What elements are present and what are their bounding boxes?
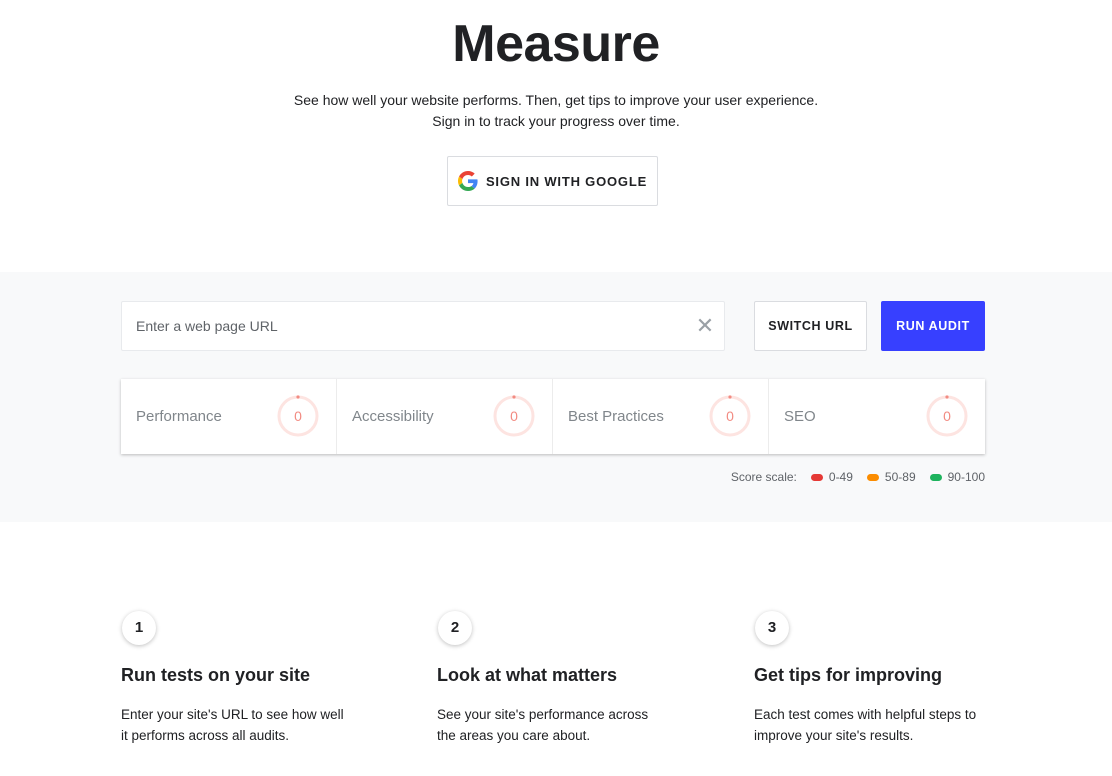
subtitle-line-2: Sign in to track your progress over time… bbox=[432, 113, 680, 129]
step-description: Each test comes with helpful steps to im… bbox=[754, 707, 977, 743]
page-subtitle: See how well your website performs. Then… bbox=[0, 90, 1112, 132]
step-1: 1 Run tests on your site Enter your site… bbox=[121, 611, 361, 746]
step-2: 2 Look at what matters See your site's p… bbox=[437, 611, 677, 746]
url-input-box: ✕ bbox=[121, 301, 725, 351]
score-scale-label: Score scale: bbox=[730, 470, 797, 484]
step-number-badge: 3 bbox=[755, 611, 789, 645]
page-title: Measure bbox=[452, 15, 660, 73]
score-scale-legend: Score scale: 0-49 50-89 90-100 bbox=[731, 470, 985, 484]
url-input[interactable] bbox=[122, 302, 682, 350]
audit-section: ✕ SWITCH URL RUN AUDIT Performance 0 Acc… bbox=[0, 272, 1112, 522]
score-accessibility: Accessibility 0 bbox=[337, 379, 553, 454]
steps-section: 1 Run tests on your site Enter your site… bbox=[0, 522, 1112, 776]
score-label: Best Practices bbox=[568, 408, 664, 425]
score-label: SEO bbox=[784, 408, 816, 425]
step-title: Run tests on your site bbox=[121, 665, 311, 685]
step-title: Get tips for improving bbox=[754, 665, 943, 685]
step-title: Look at what matters bbox=[437, 665, 618, 685]
close-icon[interactable]: ✕ bbox=[694, 315, 716, 337]
scale-range-low: 0-49 bbox=[828, 470, 853, 484]
step-description: Enter your site's URL to see how well it… bbox=[121, 707, 344, 743]
score-seo: SEO 0 bbox=[769, 379, 985, 454]
step-number-badge: 1 bbox=[122, 611, 156, 645]
google-button-label: SIGN IN WITH GOOGLE bbox=[485, 173, 648, 189]
score-value: 0 bbox=[294, 408, 302, 424]
run-audit-button[interactable]: RUN AUDIT bbox=[881, 301, 985, 351]
green-dot-icon bbox=[929, 473, 942, 481]
score-card: Performance 0 Accessibility 0 Best Pract… bbox=[121, 379, 985, 454]
subtitle-line-1: See how well your website performs. Then… bbox=[293, 92, 819, 108]
score-value: 0 bbox=[726, 408, 734, 424]
hero-section: Measure See how well your website perfor… bbox=[0, 0, 1112, 272]
google-g-icon bbox=[457, 171, 478, 191]
orange-dot-icon bbox=[866, 473, 879, 481]
step-number-badge: 2 bbox=[438, 611, 472, 645]
score-label: Performance bbox=[136, 408, 222, 425]
switch-url-button[interactable]: SWITCH URL bbox=[754, 301, 867, 351]
score-best-practices: Best Practices 0 bbox=[553, 379, 769, 454]
scale-range-high: 90-100 bbox=[947, 470, 985, 484]
score-label: Accessibility bbox=[352, 408, 434, 425]
step-3: 3 Get tips for improving Each test comes… bbox=[754, 611, 994, 746]
step-description: See your site's performance across the a… bbox=[437, 707, 649, 743]
score-value: 0 bbox=[943, 408, 951, 424]
red-dot-icon bbox=[810, 473, 823, 481]
sign-in-with-google-button[interactable]: SIGN IN WITH GOOGLE bbox=[447, 156, 658, 206]
score-value: 0 bbox=[510, 408, 518, 424]
score-performance: Performance 0 bbox=[121, 379, 337, 454]
scale-range-mid: 50-89 bbox=[884, 470, 916, 484]
